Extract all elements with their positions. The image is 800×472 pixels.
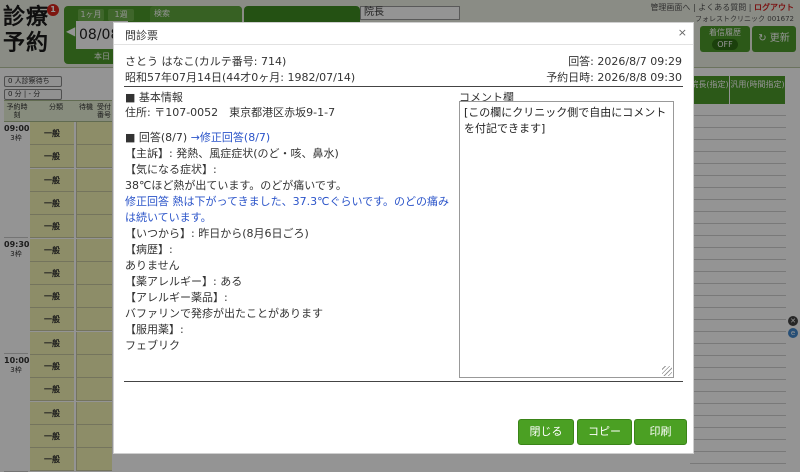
answer-line: 【いつから】: 昨日から(8月6日ごろ) bbox=[125, 227, 309, 240]
basic-info-heading: ■ 基本情報 bbox=[125, 91, 183, 104]
copy-button[interactable]: コピー bbox=[577, 419, 632, 445]
answer-section: ■ 回答(8/7) →修正回答(8/7) 【主訴】: 発熱、風症症状(のど・咳、… bbox=[125, 130, 455, 354]
answer-line: フェブリク bbox=[125, 339, 180, 352]
answer-line: 【服用薬】: bbox=[125, 323, 184, 336]
print-button[interactable]: 印刷 bbox=[634, 419, 687, 445]
resize-handle-icon[interactable] bbox=[662, 366, 672, 376]
close-button[interactable]: 閉じる bbox=[518, 419, 574, 445]
divider-bottom bbox=[124, 381, 683, 382]
patient-birthdate: 昭和57年07月14日(44才0ヶ月: 1982/07/14) bbox=[125, 71, 356, 84]
dialog-header: 問診票 × bbox=[114, 23, 693, 45]
patient-name: さとう はなこ(カルテ番号: 714) bbox=[125, 55, 287, 68]
answered-at: 回答: 2026/8/7 09:29 bbox=[568, 55, 682, 68]
answer-line: 【薬アレルギー】: ある bbox=[125, 275, 243, 288]
answer-line: 【主訴】: 発熱、風症症状(のど・咳、鼻水) bbox=[125, 147, 339, 160]
answer-line: バファリンで発疹が出たことがあります bbox=[125, 307, 323, 320]
questionnaire-dialog: 問診票 × さとう はなこ(カルテ番号: 714) 昭和57年07月14日(44… bbox=[113, 22, 694, 454]
divider-top bbox=[124, 86, 683, 87]
comment-textarea[interactable]: [この欄にクリニック側で自由にコメントを付記できます] bbox=[459, 101, 674, 378]
answer-heading-text: ■ 回答(8/7) bbox=[125, 131, 188, 144]
patient-address: 住所: 〒107-0052 東京都港区赤坂9-1-7 bbox=[125, 106, 336, 119]
revised-answer-line: 修正回答 熱は下がってきました、37.3℃ぐらいです。のどの痛みは続いています。 bbox=[125, 195, 450, 224]
answer-line: 【気になる症状】: bbox=[125, 163, 217, 176]
answer-line: 【病歴】: bbox=[125, 243, 173, 256]
close-icon[interactable]: × bbox=[678, 26, 687, 39]
answer-line: ありません bbox=[125, 259, 180, 272]
revision-link[interactable]: →修正回答(8/7) bbox=[191, 131, 271, 144]
answer-heading: ■ 回答(8/7) →修正回答(8/7) bbox=[125, 130, 455, 146]
reservation-datetime: 予約日時: 2026/8/8 09:30 bbox=[546, 71, 682, 84]
answer-line: 38℃ほど熱が出ています。のどが痛いです。 bbox=[125, 179, 347, 192]
dialog-title: 問診票 bbox=[125, 29, 158, 42]
answer-line: 【アレルギー薬品】: bbox=[125, 291, 228, 304]
